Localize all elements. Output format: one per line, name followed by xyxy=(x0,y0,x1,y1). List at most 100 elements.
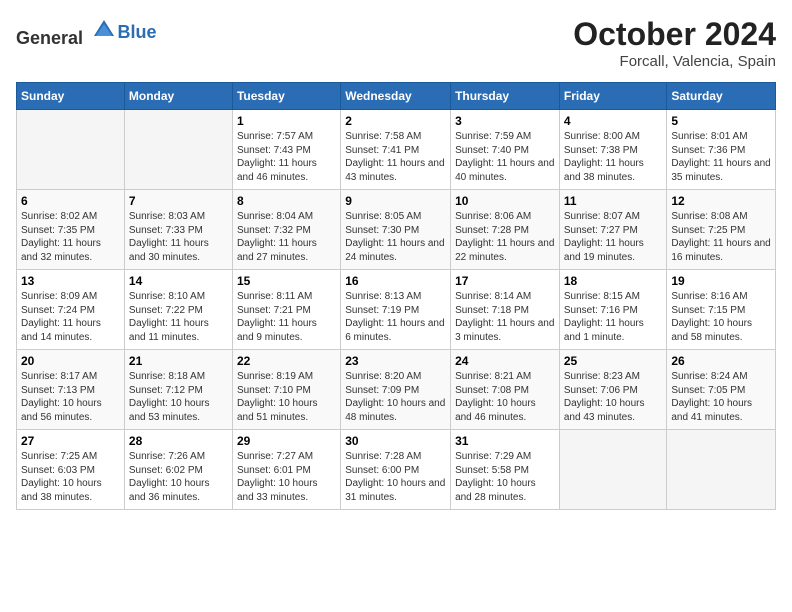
calendar-cell: 16Sunrise: 8:13 AM Sunset: 7:19 PM Dayli… xyxy=(341,270,451,350)
calendar-cell: 20 Sunrise: 8:17 AM Sunset: 7:13 PM Dayli… xyxy=(17,350,125,430)
day-info: Sunrise: 8:00 AM Sunset: 7:38 PM Dayligh… xyxy=(564,130,663,184)
day-info: Sunrise: 8:07 AM Sunset: 7:27 PM Dayligh… xyxy=(564,210,663,264)
day-info: Sunrise: 8:04 AM Sunset: 7:32 PM Dayligh… xyxy=(237,210,336,264)
day-info: Sunrise: 8:20 AM Sunset: 7:09 PM Dayligh… xyxy=(345,370,446,424)
day-number: 22 xyxy=(237,354,336,368)
logo: General Blue xyxy=(16,16,157,49)
calendar-cell: 4Sunrise: 8:00 AM Sunset: 7:38 PM Daylig… xyxy=(559,110,667,190)
calendar-cell: 19 Sunrise: 8:16 AM Sunset: 7:15 PM Dayli… xyxy=(667,270,776,350)
day-info: Sunrise: 8:21 AM Sunset: 7:08 PM Dayligh… xyxy=(455,370,555,424)
day-number: 13 xyxy=(21,274,120,288)
calendar-cell xyxy=(667,430,776,510)
page-title: October 2024 xyxy=(573,16,776,53)
calendar-cell: 13 Sunrise: 8:09 AM Sunset: 7:24 PM Dayli… xyxy=(17,270,125,350)
calendar-cell: 7Sunrise: 8:03 AM Sunset: 7:33 PM Daylig… xyxy=(124,190,232,270)
weekday-header-saturday: Saturday xyxy=(667,83,776,110)
calendar-week-3: 13 Sunrise: 8:09 AM Sunset: 7:24 PM Dayli… xyxy=(17,270,776,350)
day-number: 19 xyxy=(671,274,771,288)
day-number: 10 xyxy=(455,194,555,208)
day-number: 11 xyxy=(564,194,663,208)
day-info: Sunrise: 7:58 AM Sunset: 7:41 PM Dayligh… xyxy=(345,130,446,184)
calendar-cell: 27Sunrise: 7:25 AM Sunset: 6:03 PM Dayli… xyxy=(17,430,125,510)
day-info: Sunrise: 7:59 AM Sunset: 7:40 PM Dayligh… xyxy=(455,130,555,184)
day-info: Sunrise: 7:26 AM Sunset: 6:02 PM Dayligh… xyxy=(129,450,228,504)
day-info: Sunrise: 7:28 AM Sunset: 6:00 PM Dayligh… xyxy=(345,450,446,504)
calendar-cell: 29 Sunrise: 7:27 AM Sunset: 6:01 PM Dayli… xyxy=(232,430,340,510)
weekday-header-tuesday: Tuesday xyxy=(232,83,340,110)
calendar-week-4: 20 Sunrise: 8:17 AM Sunset: 7:13 PM Dayli… xyxy=(17,350,776,430)
day-info: Sunrise: 8:08 AM Sunset: 7:25 PM Dayligh… xyxy=(671,210,771,264)
calendar-cell: 17Sunrise: 8:14 AM Sunset: 7:18 PM Dayli… xyxy=(451,270,560,350)
calendar-cell: 15Sunrise: 8:11 AM Sunset: 7:21 PM Dayli… xyxy=(232,270,340,350)
day-number: 23 xyxy=(345,354,446,368)
day-number: 3 xyxy=(455,114,555,128)
weekday-header-friday: Friday xyxy=(559,83,667,110)
day-info: Sunrise: 8:06 AM Sunset: 7:28 PM Dayligh… xyxy=(455,210,555,264)
day-info: Sunrise: 8:05 AM Sunset: 7:30 PM Dayligh… xyxy=(345,210,446,264)
calendar-cell: 25Sunrise: 8:23 AM Sunset: 7:06 PM Dayli… xyxy=(559,350,667,430)
day-info: Sunrise: 8:18 AM Sunset: 7:12 PM Dayligh… xyxy=(129,370,228,424)
day-info: Sunrise: 7:57 AM Sunset: 7:43 PM Dayligh… xyxy=(237,130,336,184)
day-info: Sunrise: 8:13 AM Sunset: 7:19 PM Dayligh… xyxy=(345,290,446,344)
calendar-cell: 18 Sunrise: 8:15 AM Sunset: 7:16 PM Dayli… xyxy=(559,270,667,350)
calendar-cell: 21 Sunrise: 8:18 AM Sunset: 7:12 PM Dayli… xyxy=(124,350,232,430)
calendar-cell: 9 Sunrise: 8:05 AM Sunset: 7:30 PM Daylig… xyxy=(341,190,451,270)
calendar-week-1: 1Sunrise: 7:57 AM Sunset: 7:43 PM Daylig… xyxy=(17,110,776,190)
calendar-cell: 22Sunrise: 8:19 AM Sunset: 7:10 PM Dayli… xyxy=(232,350,340,430)
day-info: Sunrise: 8:15 AM Sunset: 7:16 PM Dayligh… xyxy=(564,290,663,344)
day-number: 9 xyxy=(345,194,446,208)
calendar-cell xyxy=(124,110,232,190)
calendar-cell xyxy=(17,110,125,190)
calendar-cell: 30 Sunrise: 7:28 AM Sunset: 6:00 PM Dayli… xyxy=(341,430,451,510)
calendar-cell xyxy=(559,430,667,510)
day-info: Sunrise: 8:16 AM Sunset: 7:15 PM Dayligh… xyxy=(671,290,771,344)
day-number: 24 xyxy=(455,354,555,368)
day-number: 29 xyxy=(237,434,336,448)
calendar-cell: 14Sunrise: 8:10 AM Sunset: 7:22 PM Dayli… xyxy=(124,270,232,350)
day-info: Sunrise: 8:17 AM Sunset: 7:13 PM Dayligh… xyxy=(21,370,120,424)
calendar-cell: 31Sunrise: 7:29 AM Sunset: 5:58 PM Dayli… xyxy=(451,430,560,510)
day-info: Sunrise: 8:14 AM Sunset: 7:18 PM Dayligh… xyxy=(455,290,555,344)
calendar-cell: 26 Sunrise: 8:24 AM Sunset: 7:05 PM Dayli… xyxy=(667,350,776,430)
weekday-header-sunday: Sunday xyxy=(17,83,125,110)
day-info: Sunrise: 8:23 AM Sunset: 7:06 PM Dayligh… xyxy=(564,370,663,424)
day-info: Sunrise: 7:25 AM Sunset: 6:03 PM Dayligh… xyxy=(21,450,120,504)
weekday-header-monday: Monday xyxy=(124,83,232,110)
calendar-cell: 5 Sunrise: 8:01 AM Sunset: 7:36 PM Daylig… xyxy=(667,110,776,190)
day-number: 20 xyxy=(21,354,120,368)
calendar-cell: 1Sunrise: 7:57 AM Sunset: 7:43 PM Daylig… xyxy=(232,110,340,190)
logo-general: General xyxy=(16,28,83,48)
day-info: Sunrise: 8:11 AM Sunset: 7:21 PM Dayligh… xyxy=(237,290,336,344)
calendar-cell: 23 Sunrise: 8:20 AM Sunset: 7:09 PM Dayli… xyxy=(341,350,451,430)
day-number: 12 xyxy=(671,194,771,208)
logo-icon xyxy=(90,16,118,44)
calendar-body: 1Sunrise: 7:57 AM Sunset: 7:43 PM Daylig… xyxy=(17,110,776,510)
day-info: Sunrise: 8:09 AM Sunset: 7:24 PM Dayligh… xyxy=(21,290,120,344)
day-info: Sunrise: 8:24 AM Sunset: 7:05 PM Dayligh… xyxy=(671,370,771,424)
day-number: 5 xyxy=(671,114,771,128)
day-number: 14 xyxy=(129,274,228,288)
day-number: 21 xyxy=(129,354,228,368)
calendar-cell: 6 Sunrise: 8:02 AM Sunset: 7:35 PM Daylig… xyxy=(17,190,125,270)
logo-blue: Blue xyxy=(118,22,157,42)
day-number: 6 xyxy=(21,194,120,208)
day-number: 8 xyxy=(237,194,336,208)
calendar-cell: 24 Sunrise: 8:21 AM Sunset: 7:08 PM Dayli… xyxy=(451,350,560,430)
calendar-cell: 12 Sunrise: 8:08 AM Sunset: 7:25 PM Dayli… xyxy=(667,190,776,270)
page-subtitle: Forcall, Valencia, Spain xyxy=(573,53,776,70)
day-info: Sunrise: 7:29 AM Sunset: 5:58 PM Dayligh… xyxy=(455,450,555,504)
calendar-cell: 10 Sunrise: 8:06 AM Sunset: 7:28 PM Dayli… xyxy=(451,190,560,270)
calendar-header-row: SundayMondayTuesdayWednesdayThursdayFrid… xyxy=(17,83,776,110)
calendar-table: SundayMondayTuesdayWednesdayThursdayFrid… xyxy=(16,82,776,510)
day-info: Sunrise: 8:02 AM Sunset: 7:35 PM Dayligh… xyxy=(21,210,120,264)
day-info: Sunrise: 8:01 AM Sunset: 7:36 PM Dayligh… xyxy=(671,130,771,184)
day-number: 2 xyxy=(345,114,446,128)
day-number: 28 xyxy=(129,434,228,448)
day-number: 30 xyxy=(345,434,446,448)
day-number: 18 xyxy=(564,274,663,288)
calendar-cell: 3 Sunrise: 7:59 AM Sunset: 7:40 PM Daylig… xyxy=(451,110,560,190)
day-info: Sunrise: 7:27 AM Sunset: 6:01 PM Dayligh… xyxy=(237,450,336,504)
page-header: General Blue October 2024 Forcall, Valen… xyxy=(16,16,776,70)
day-number: 26 xyxy=(671,354,771,368)
calendar-week-2: 6 Sunrise: 8:02 AM Sunset: 7:35 PM Daylig… xyxy=(17,190,776,270)
